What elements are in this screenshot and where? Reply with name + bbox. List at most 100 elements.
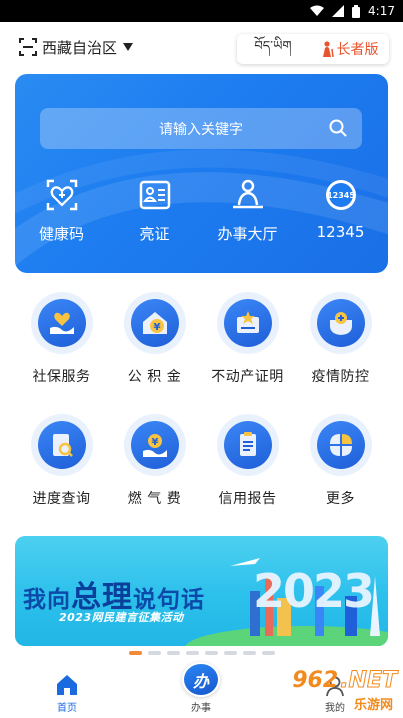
social-security-icon [49,312,74,334]
pager-dot[interactable] [261,651,275,655]
service-label: 更多 [326,491,355,507]
service-icon-disc [223,299,272,347]
quick-action-id-card[interactable]: 亮证 [108,177,201,249]
service-icon-ring [309,414,372,476]
pager-dot[interactable] [166,651,180,655]
pager-dot[interactable] [185,651,199,655]
site-watermark: 962 .NET 乐游网 [292,668,398,714]
service-center-button[interactable]: 办 [182,662,220,697]
status-time: 4:17 [368,4,395,18]
home-icon [57,675,77,695]
more-icon [329,434,352,456]
quick-action-label: 健康码 [38,225,84,243]
service-icon-ring [309,292,372,354]
service-label: 疫情防控 [311,369,370,385]
svg-text:¥: ¥ [151,437,158,448]
service-epidemic-control[interactable]: 疫情防控 [294,292,387,386]
pager-dot[interactable] [204,651,218,655]
banner-subtitle: 2023网民建言征集活动 [59,611,184,624]
elder-mode-button[interactable]: 长者版 [309,39,389,59]
service-credit-report[interactable]: 信用报告 [201,414,294,508]
service-icon-disc: ¥ [130,299,179,347]
tibetan-language-button[interactable]: བོད་ཡིག [237,31,309,68]
chevron-down-icon[interactable] [123,43,134,51]
tab-service-label: 办事 [191,703,211,714]
banner-year: 2023 [253,564,375,618]
service-real-estate[interactable]: 不动产证明 [201,292,294,386]
region-label[interactable]: 西藏自治区 [42,37,117,58]
pager-dot[interactable] [147,651,161,655]
watermark-sub: 乐游网 [353,698,393,713]
search-icon[interactable] [328,118,348,138]
gas-fee-icon: ¥ [142,434,167,457]
services-grid: 社保服务 ¥ 公 积 金 不动产证明 疫情防控 进度查询 ¥ 燃 气 费 信用报… [15,292,388,508]
service-gas-fee[interactable]: ¥ 燃 气 费 [108,414,201,508]
signal-icon [332,5,345,17]
hero-card: 请输入关键字 健康码 亮证 办事大厅 12345 12345 [15,74,388,273]
tab-service[interactable]: 办 办事 [134,662,268,718]
service-icon-ring [30,414,93,476]
progress-query-icon [52,434,73,457]
health-code-icon [46,179,77,211]
service-housing-fund[interactable]: ¥ 公 积 金 [108,292,201,386]
service-icon-ring: ¥ [123,292,186,354]
tab-home-label: 首页 [57,703,77,714]
scan-icon[interactable] [18,37,38,57]
service-social-security[interactable]: 社保服务 [15,292,108,386]
quick-action-label: 亮证 [139,225,170,243]
pager-dot[interactable] [223,651,237,655]
service-icon-ring: ¥ [123,414,186,476]
service-more[interactable]: 更多 [294,414,387,508]
service-icon-ring [30,292,93,354]
service-label: 社保服务 [32,369,91,385]
pager-dot[interactable] [128,651,142,655]
tab-home[interactable]: 首页 [0,668,134,718]
service-icon-ring [216,292,279,354]
banner-pager [0,651,403,655]
quick-action-label: 办事大厅 [217,225,278,243]
service-icon-disc [37,421,86,469]
quick-action-health-code[interactable]: 健康码 [15,177,108,249]
elder-icon [322,41,334,57]
service-label: 公 积 金 [127,369,182,385]
status-bar: 4:17 [0,0,403,22]
service-icon-disc [223,421,272,469]
region-selector[interactable]: 西藏自治区 [18,37,134,58]
watermark-net: .NET [340,668,398,694]
service-progress-query[interactable]: 进度查询 [15,414,108,508]
housing-fund-icon: ¥ [142,312,167,334]
search-placeholder: 请输入关键字 [159,121,243,138]
service-label: 进度查询 [32,491,91,507]
promo-banner[interactable]: 我向总理说句话 2023网民建言征集活动 2023 [15,536,388,646]
service-icon-disc: ¥ [130,421,179,469]
svg-text:¥: ¥ [153,322,160,333]
quick-actions: 健康码 亮证 办事大厅 12345 12345 [15,177,388,249]
service-label: 信用报告 [218,491,277,507]
service-label: 不动产证明 [211,369,284,385]
search-input[interactable]: 请输入关键字 [40,108,362,149]
quick-action-label: 12345 [316,223,365,241]
quick-action-service-hall[interactable]: 办事大厅 [201,177,294,249]
credit-report-icon [239,432,256,456]
wifi-icon [310,5,325,16]
id-card-icon [139,180,170,210]
service-icon-disc [37,299,86,347]
svg-text:12345: 12345 [327,191,355,200]
watermark-brand: 962 [292,668,339,693]
service-icon-disc [316,299,365,347]
mode-toggle: བོད་ཡིག 长者版 [237,34,389,64]
real-estate-icon [236,311,259,333]
tab-mine-label: 我的 [325,703,345,714]
epidemic-control-icon [329,312,352,335]
service-icon-ring [216,414,279,476]
app-header: 西藏自治区 བོད་ཡིག 长者版 [0,28,403,66]
service-icon-disc [316,421,365,469]
service-hall-icon [232,179,263,209]
quick-action-12345[interactable]: 12345 12345 [294,177,387,249]
battery-icon [352,4,361,18]
service-badge-text: 办 [192,671,209,691]
hotline-12345-icon: 12345 [325,180,356,210]
service-label: 燃 气 费 [127,491,182,507]
pager-dot[interactable] [242,651,256,655]
elder-mode-label: 长者版 [336,42,379,58]
